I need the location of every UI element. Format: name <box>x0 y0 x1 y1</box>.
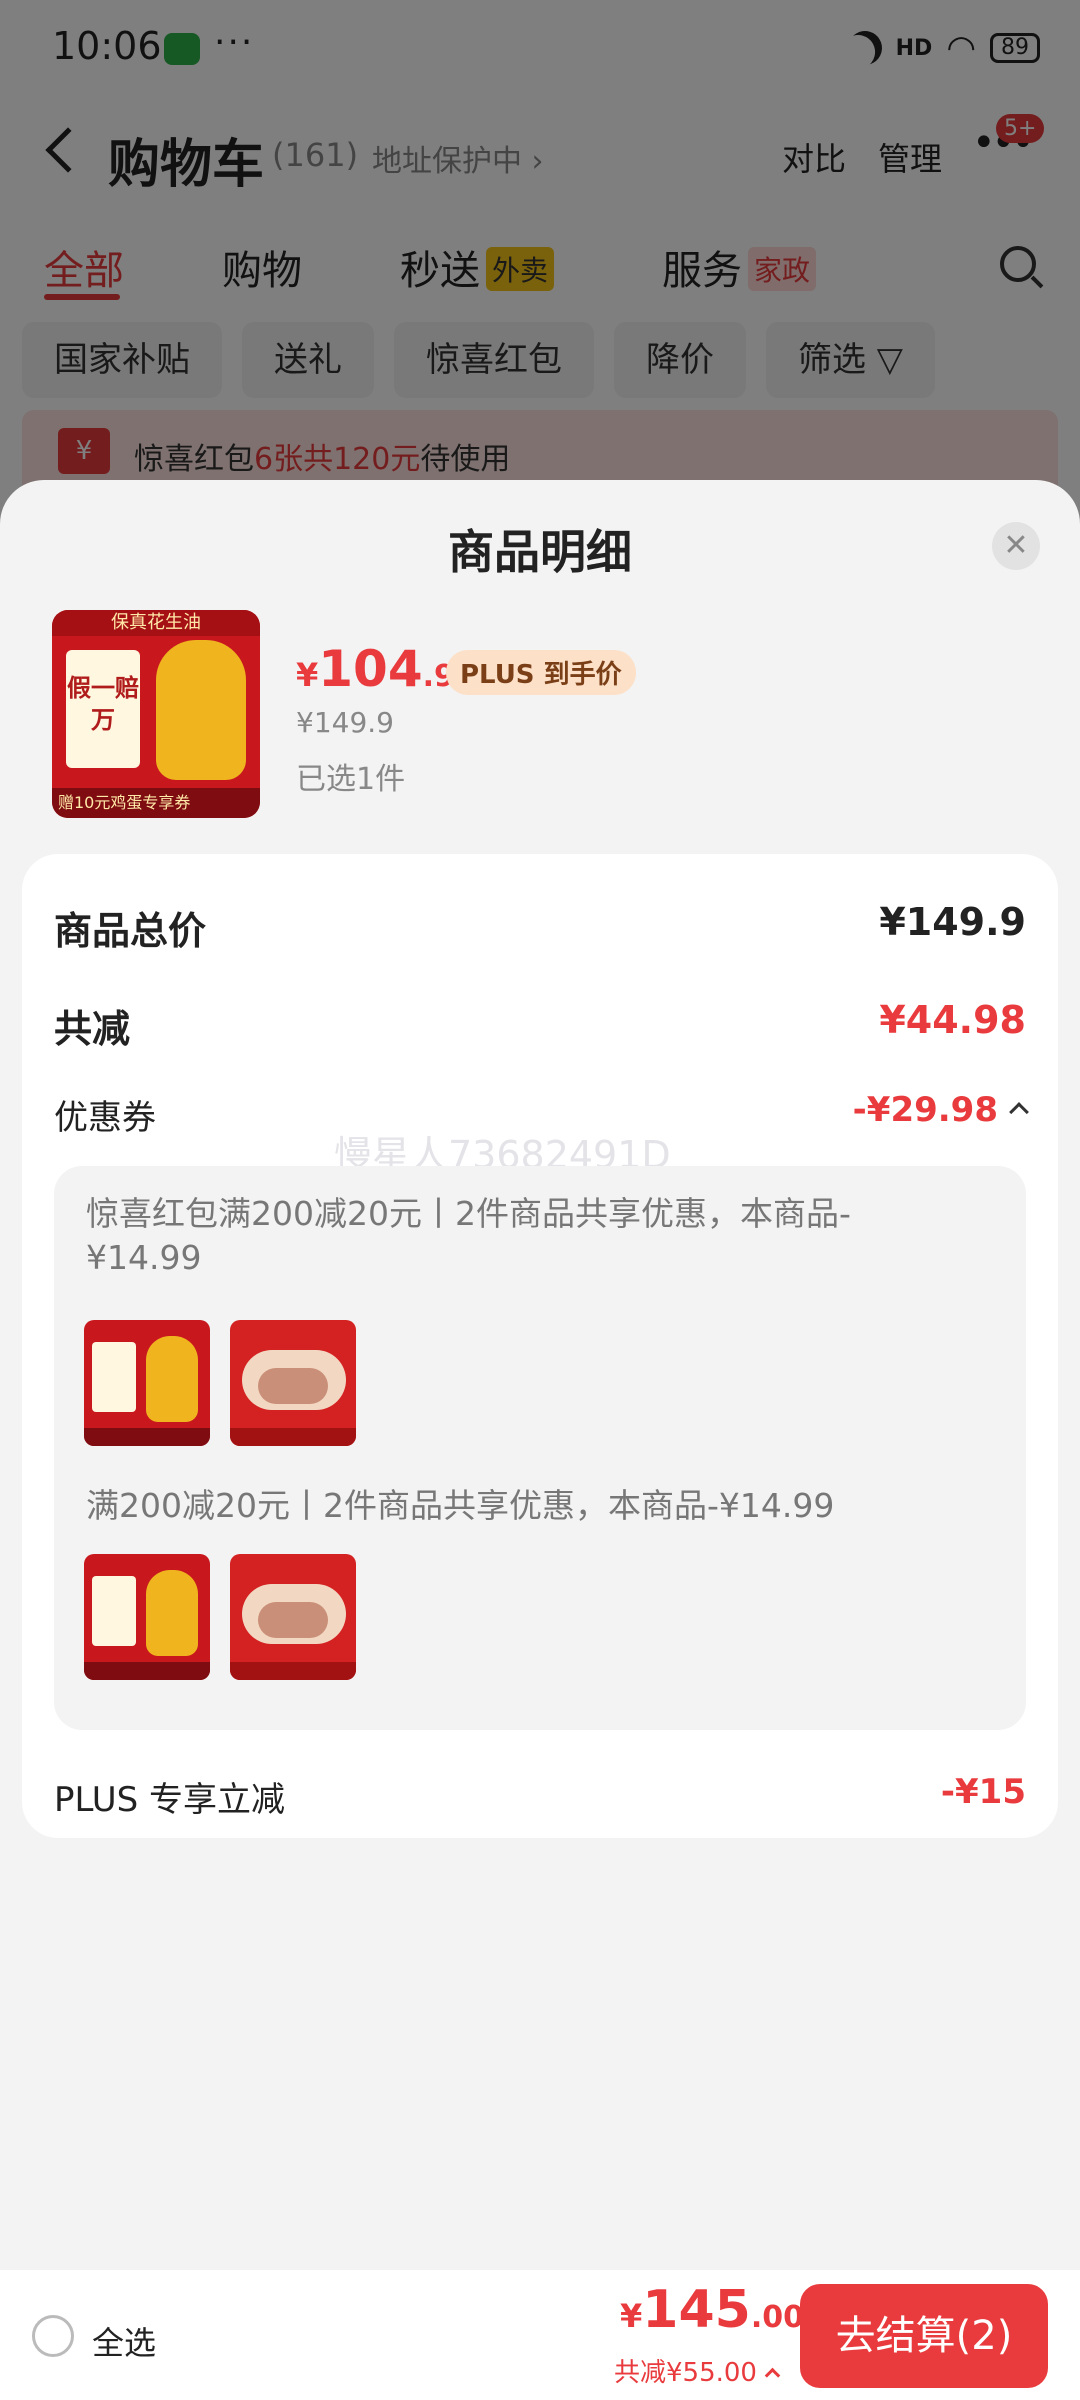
oil-bottle-icon <box>156 640 246 780</box>
total-decimal: .00 <box>750 2300 804 2335</box>
select-all-label[interactable]: 全选 <box>92 2318 156 2364</box>
total-integer: 145 <box>642 2280 751 2340</box>
coupon-products <box>84 1554 356 1680</box>
product-image-label: 假一赔万 <box>66 650 140 768</box>
total-saved-toggle[interactable]: 共减¥55.00 <box>614 2352 781 2389</box>
salted-duck-thumbnail[interactable] <box>230 1320 356 1446</box>
product-detail-sheet: 商品明细 ✕ 保真花生油 假一赔万 赠10元鸡蛋专享券 ¥ 104 .92 PL… <box>0 480 1080 2270</box>
checkout-bar: 全选 ¥ 145 .00 共减¥55.00 去结算(2) <box>0 2270 1080 2400</box>
coupon-value: -¥29.98 <box>852 1090 998 1130</box>
total-currency: ¥ <box>620 2297 643 2335</box>
peanut-oil-thumbnail[interactable] <box>84 1554 210 1680</box>
coupon-details: 惊喜红包满200减20元丨2件商品共享优惠，本商品-¥14.99 满200减20… <box>54 1166 1026 1730</box>
close-icon[interactable]: ✕ <box>992 522 1040 570</box>
coupon-products <box>84 1320 356 1446</box>
total-price-value: ¥149.9 <box>879 900 1026 944</box>
plus-discount-label: PLUS 专享立减 <box>54 1780 286 1820</box>
checkout-button[interactable]: 去结算(2) <box>800 2284 1048 2388</box>
total-saved: 共减¥55.00 <box>614 2358 757 2388</box>
product-image-band: 保真花生油 <box>52 610 260 636</box>
salted-duck-thumbnail[interactable] <box>230 1554 356 1680</box>
discount-value: ¥44.98 <box>879 998 1026 1042</box>
sheet-title: 商品明细 <box>448 525 632 579</box>
plus-price-tag: PLUS 到手价 <box>446 650 636 695</box>
chevron-up-icon <box>764 2367 781 2384</box>
peanut-oil-thumbnail[interactable] <box>84 1320 210 1446</box>
discount-label: 共减 <box>54 1007 131 1051</box>
product-image-footer: 赠10元鸡蛋专享券 <box>52 788 260 818</box>
chevron-up-icon <box>1009 1102 1029 1122</box>
price-integer: 104 <box>318 640 423 698</box>
plus-discount-value: -¥15 <box>940 1772 1026 1812</box>
coupon-detail-text: 满200减20元丨2件商品共享优惠，本商品-¥14.99 <box>86 1486 835 1525</box>
product-image: 保真花生油 假一赔万 赠10元鸡蛋专享券 <box>52 610 260 818</box>
total-price-label: 商品总价 <box>54 909 207 953</box>
selected-quantity: 已选1件 <box>296 762 406 797</box>
total-amount: ¥ 145 .00 <box>620 2280 804 2340</box>
coupon-toggle[interactable]: -¥29.98 <box>852 1090 1029 1130</box>
coupon-label: 优惠券 <box>54 1098 156 1138</box>
price-currency: ¥ <box>296 656 319 694</box>
price-breakdown-card: 商品总价 ¥149.9 共减 ¥44.98 优惠券 -¥29.98 慢星人736… <box>22 854 1058 1838</box>
coupon-detail-text: 惊喜红包满200减20元丨2件商品共享优惠，本商品-¥14.99 <box>86 1194 851 1277</box>
original-price: ¥149.9 <box>296 706 394 739</box>
select-all-radio[interactable] <box>32 2315 74 2357</box>
